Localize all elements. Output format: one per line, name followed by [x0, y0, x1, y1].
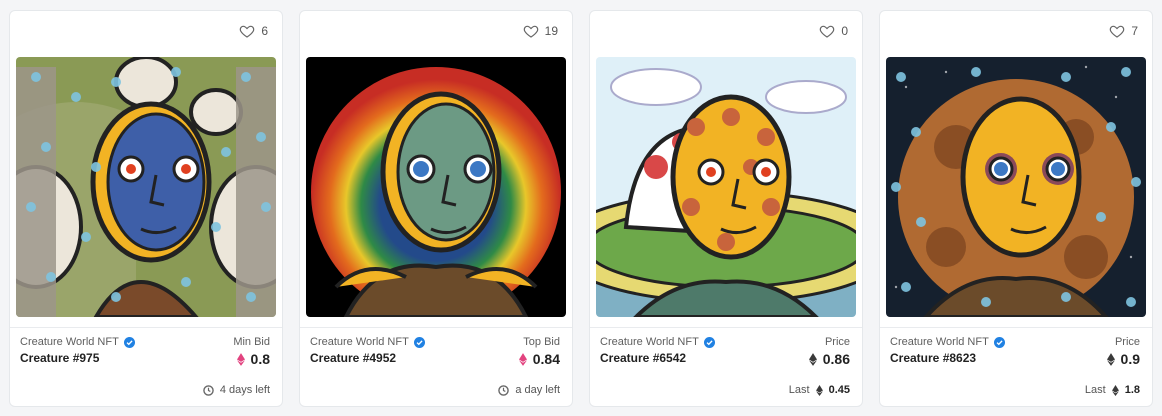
creature-artwork: [16, 57, 276, 317]
ethereum-icon: [815, 384, 823, 396]
time-left: a day left: [498, 384, 560, 396]
last-label: Last: [788, 384, 810, 396]
last-sale: Last 1.8: [1085, 384, 1140, 396]
nft-image[interactable]: [596, 57, 856, 317]
creature-artwork: [596, 57, 856, 317]
last-price: 0.45: [828, 384, 850, 396]
nft-image[interactable]: [16, 57, 276, 317]
nft-name[interactable]: Creature #975: [20, 351, 135, 365]
verified-badge-icon: [993, 336, 1005, 348]
nft-info: Creature World NFT Creature #4952: [310, 336, 425, 365]
card-divider: [10, 327, 282, 328]
price-info: Top Bid 0.84: [518, 336, 560, 367]
price-label: Price: [1114, 336, 1140, 348]
heart-outline-icon: [240, 25, 255, 38]
nft-card[interactable]: 19 Creature World NFT Creature #4952 Top…: [299, 10, 573, 407]
like-count: 7: [1131, 24, 1138, 38]
collection-name: Creature World NFT: [20, 336, 119, 348]
clock-icon: [498, 384, 510, 396]
clock-icon: [203, 384, 214, 396]
nft-info: Creature World NFT Creature #975: [20, 336, 135, 365]
like-count: 6: [261, 24, 268, 38]
ethereum-icon: [808, 352, 817, 366]
collection-name: Creature World NFT: [600, 336, 699, 348]
ethereum-icon: [1106, 352, 1115, 366]
collection-link[interactable]: Creature World NFT: [890, 336, 1005, 348]
nft-card[interactable]: 0 Creature World NFT Creature #6542 Pric…: [589, 10, 863, 407]
collection-link[interactable]: Creature World NFT: [20, 336, 135, 348]
price-value: 0.84: [532, 351, 560, 367]
favorite-button[interactable]: 6: [239, 23, 268, 39]
card-divider: [590, 327, 862, 328]
price-label: Top Bid: [523, 336, 560, 348]
like-count: 19: [544, 24, 558, 38]
last-price: 1.8: [1124, 384, 1140, 396]
time-left-text: a day left: [515, 384, 560, 396]
heart-outline-icon: [1110, 25, 1125, 38]
price-label: Min Bid: [233, 336, 270, 348]
favorite-button[interactable]: 19: [523, 23, 558, 39]
price-value: 0.9: [1120, 351, 1140, 367]
price-info: Price 0.86: [808, 336, 850, 367]
collection-link[interactable]: Creature World NFT: [600, 336, 715, 348]
price-info: Price 0.9: [1106, 336, 1140, 367]
price-info: Min Bid 0.8: [233, 336, 270, 367]
time-left-text: 4 days left: [219, 384, 270, 396]
verified-badge-icon: [123, 336, 135, 348]
favorite-button[interactable]: 7: [1109, 23, 1138, 39]
ethereum-icon: [518, 352, 527, 366]
nft-grid: 6 Creature World NFT Creature #975 Min B…: [0, 0, 1162, 416]
time-left: 4 days left: [203, 384, 270, 396]
card-divider: [880, 327, 1152, 328]
ethereum-icon: [236, 352, 245, 366]
verified-badge-icon: [703, 336, 715, 348]
last-sale: Last 0.45: [789, 384, 850, 396]
price-value: 0.8: [250, 351, 270, 367]
last-label: Last: [1084, 384, 1106, 396]
collection-link[interactable]: Creature World NFT: [310, 336, 425, 348]
collection-name: Creature World NFT: [890, 336, 989, 348]
card-divider: [300, 327, 572, 328]
collection-name: Creature World NFT: [310, 336, 409, 348]
nft-card[interactable]: 6 Creature World NFT Creature #975 Min B…: [9, 10, 283, 407]
verified-badge-icon: [413, 336, 425, 348]
nft-info: Creature World NFT Creature #8623: [890, 336, 1005, 365]
nft-card[interactable]: 7 Creature World NFT Creature #8623 Pric…: [879, 10, 1153, 407]
nft-name[interactable]: Creature #8623: [890, 351, 1005, 365]
creature-artwork: [886, 57, 1146, 317]
nft-image[interactable]: [886, 57, 1146, 317]
price-value: 0.86: [822, 351, 850, 367]
like-count: 0: [841, 24, 848, 38]
ethereum-icon: [1111, 384, 1119, 396]
nft-info: Creature World NFT Creature #6542: [600, 336, 715, 365]
creature-artwork: [306, 57, 566, 317]
favorite-button[interactable]: 0: [819, 23, 848, 39]
nft-name[interactable]: Creature #6542: [600, 351, 715, 365]
nft-name[interactable]: Creature #4952: [310, 351, 425, 365]
nft-image[interactable]: [306, 57, 566, 317]
heart-outline-icon: [820, 25, 835, 38]
heart-outline-icon: [523, 25, 538, 38]
price-label: Price: [824, 336, 850, 348]
